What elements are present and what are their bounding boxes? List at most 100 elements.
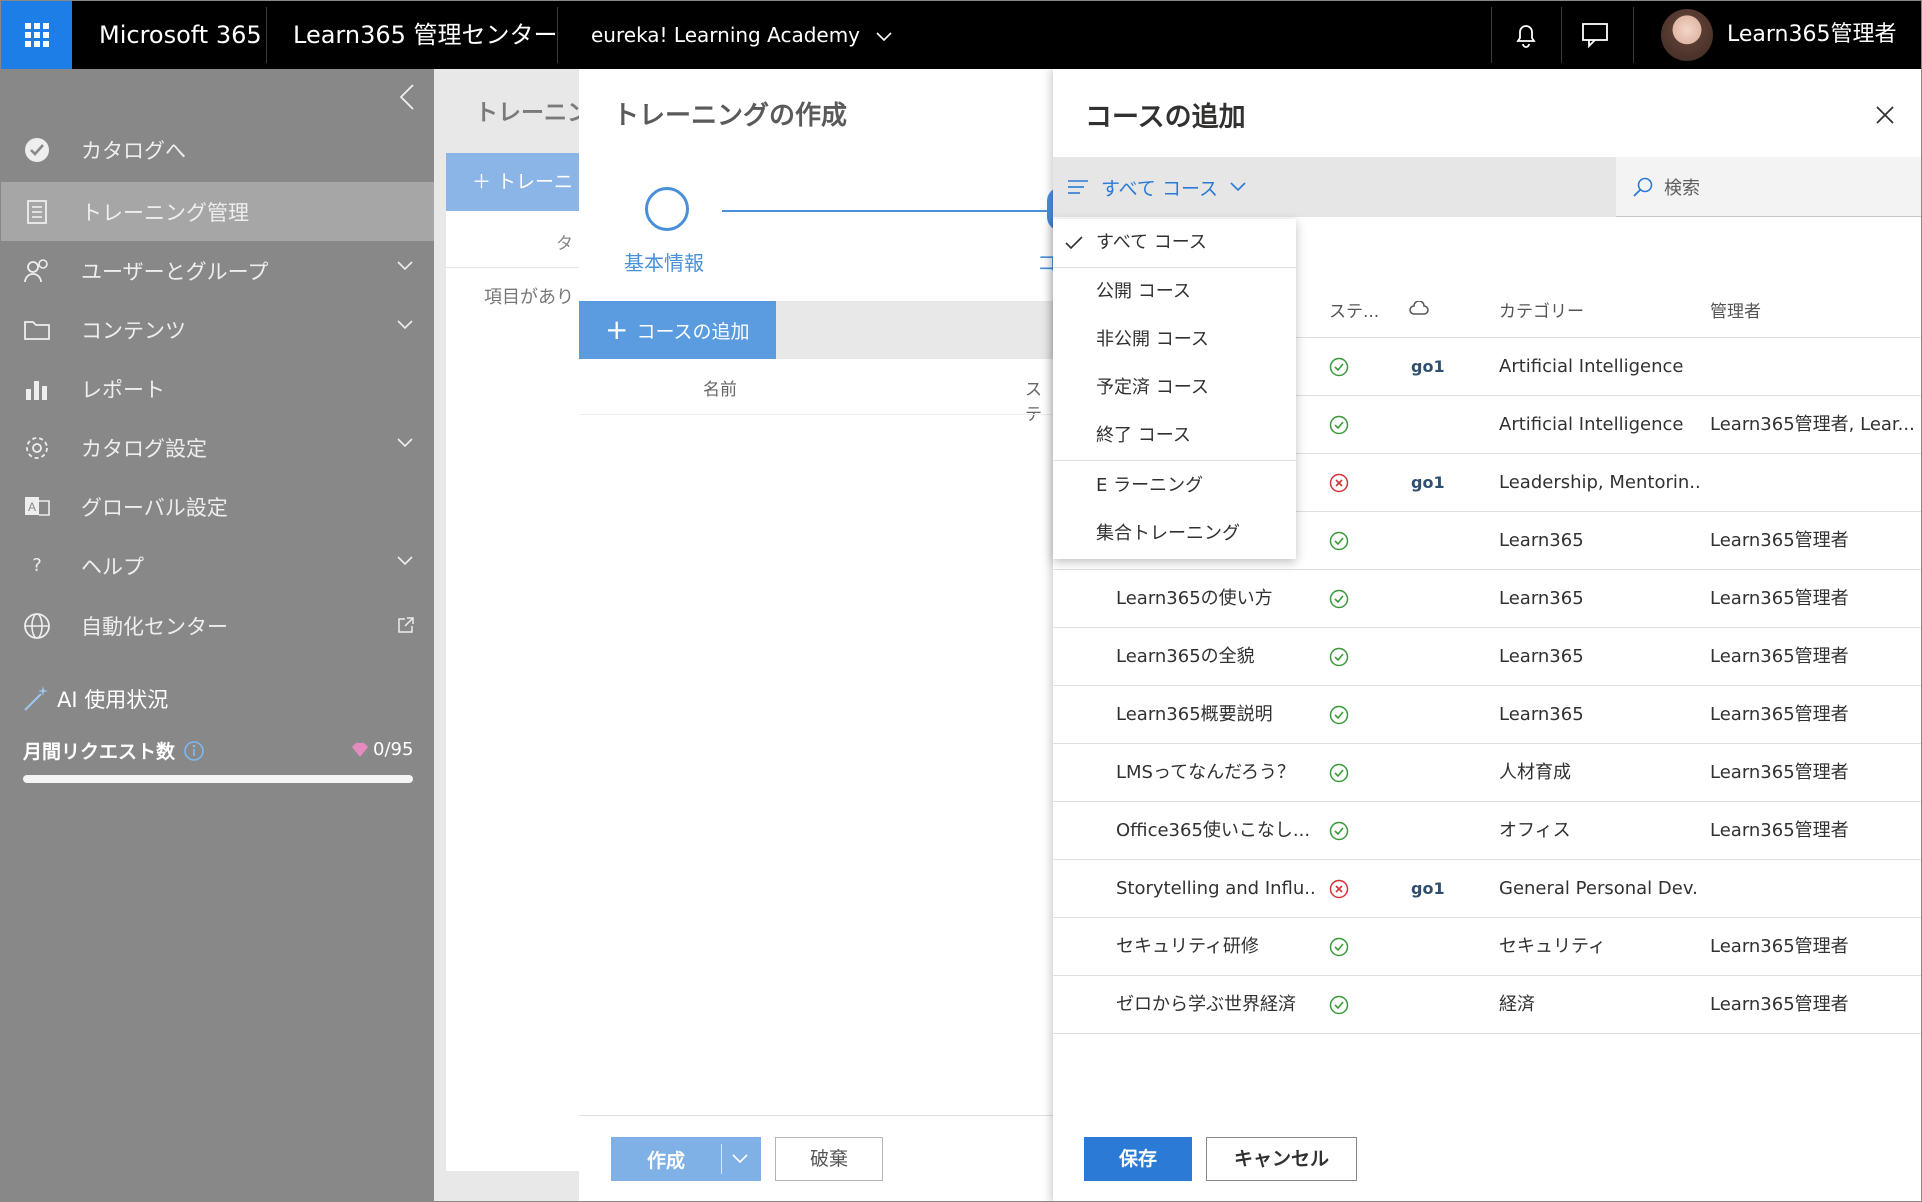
translate-icon: A [23, 493, 51, 521]
search-placeholder: 検索 [1664, 177, 1700, 199]
app-launcher-icon[interactable] [1, 1, 72, 69]
course-name[interactable]: Storytelling and Influ... [1116, 860, 1316, 917]
menu-item-ended[interactable]: 終了 コース [1053, 412, 1296, 460]
course-category: Learn365 [1499, 704, 1584, 725]
menu-item-public[interactable]: 公開 コース [1053, 268, 1296, 316]
sidebar-item-label: グローバル設定 [81, 495, 228, 520]
menu-item-private[interactable]: 非公開 コース [1053, 316, 1296, 364]
course-manager: Learn365管理者 [1710, 820, 1849, 841]
course-category: 経済 [1499, 994, 1535, 1015]
status-active-icon [1329, 976, 1349, 1033]
menu-item-label: 終了 コース [1096, 425, 1191, 446]
folder-icon [23, 316, 51, 344]
go1-badge: go1 [1411, 473, 1445, 492]
sidebar-item-label: 自動化センター [81, 614, 228, 639]
app-name[interactable]: Microsoft 365 [99, 1, 262, 69]
status-active-icon [1329, 628, 1349, 685]
menu-item-scheduled[interactable]: 予定済 コース [1053, 364, 1296, 412]
table-row[interactable]: Learn365概要説明 Learn365 Learn365管理者 [1053, 686, 1921, 744]
course-category: 人材育成 [1499, 762, 1571, 783]
menu-item-all[interactable]: すべて コース [1053, 219, 1296, 267]
course-category: Learn365 [1499, 588, 1584, 609]
menu-item-label: E ラーニング [1096, 475, 1204, 496]
svg-text:A: A [28, 500, 36, 514]
admin-center-title[interactable]: Learn365 管理センター [293, 1, 558, 69]
column-header-status: ステ [1025, 380, 1042, 425]
panel-title: コースの追加 [1085, 102, 1246, 133]
usage-count: 0/95 [373, 739, 414, 760]
info-icon[interactable] [183, 740, 205, 762]
chevron-down-icon [1230, 182, 1246, 192]
add-course-label: コースの追加 [636, 320, 750, 343]
column-header-name: 名前 [703, 380, 737, 400]
sidebar-item-catalog-settings[interactable]: カタログ設定 [1, 418, 434, 477]
collapse-chevron-icon[interactable] [399, 83, 415, 111]
table-row[interactable]: セキュリティ研修 セキュリティ Learn365管理者 [1053, 918, 1921, 976]
status-active-icon [1329, 396, 1349, 453]
menu-item-label: すべて コース [1096, 232, 1207, 253]
course-name[interactable]: Learn365の使い方 [1116, 570, 1316, 627]
go1-badge: go1 [1411, 879, 1445, 898]
monthly-requests-label: 月間リクエスト数 [23, 741, 176, 763]
course-category: セキュリティ [1499, 936, 1606, 957]
sidebar-item-global-settings[interactable]: A グローバル設定 [1, 477, 434, 536]
new-training-button[interactable]: ＋ トレーニ [446, 153, 579, 211]
chevron-down-icon[interactable] [732, 1154, 748, 1164]
filter-dropdown[interactable]: すべて コース [1067, 157, 1246, 217]
course-name[interactable]: LMSってなんだろう？ [1116, 744, 1316, 801]
table-row[interactable]: ゼロから学ぶ世界経済 経済 Learn365管理者 [1053, 976, 1921, 1034]
feedback-icon [1582, 23, 1608, 48]
save-button[interactable]: 保存 [1084, 1137, 1192, 1181]
add-course-button[interactable]: + コースの追加 [579, 301, 776, 359]
course-name[interactable]: Office365使いこなし... [1116, 802, 1316, 859]
avatar[interactable] [1661, 9, 1713, 61]
sidebar-item-label: ヘルプ [81, 554, 144, 579]
empty-message: 項目があり [484, 287, 574, 308]
table-row[interactable]: LMSってなんだろう？ 人材育成 Learn365管理者 [1053, 744, 1921, 802]
sidebar: カタログへ トレーニング管理 ユーザーとグループ コンテンツ レポート カタログ… [1, 69, 434, 1201]
course-category: Artificial Intelligence [1499, 356, 1684, 377]
column-header-category[interactable]: カテゴリー [1499, 297, 1584, 322]
table-row[interactable]: Office365使いこなし... オフィス Learn365管理者 [1053, 802, 1921, 860]
course-name[interactable]: セキュリティ研修 [1116, 918, 1316, 975]
table-row[interactable]: Learn365の全貌 Learn365 Learn365管理者 [1053, 628, 1921, 686]
menu-item-classroom[interactable]: 集合トレーニング [1053, 510, 1296, 558]
search-box[interactable]: 検索 [1616, 157, 1921, 217]
plus-icon: + [605, 313, 629, 346]
create-button-label[interactable]: 作成 [611, 1146, 721, 1173]
course-manager: Learn365管理者 [1710, 530, 1849, 551]
feedback-button[interactable] [1561, 1, 1631, 69]
filter-lines-icon [1068, 180, 1088, 194]
table-row[interactable]: Learn365の使い方 Learn365 Learn365管理者 [1053, 570, 1921, 628]
sidebar-item-content[interactable]: コンテンツ [1, 300, 434, 359]
cancel-button[interactable]: キャンセル [1206, 1137, 1357, 1181]
course-manager: Learn365管理者 [1710, 762, 1849, 783]
divider [446, 267, 579, 268]
tenant-selector[interactable]: eureka! Learning Academy [591, 1, 892, 69]
menu-item-label: 公開 コース [1096, 281, 1191, 302]
divider [1633, 7, 1634, 63]
discard-button[interactable]: 破棄 [775, 1137, 883, 1181]
column-header-manager[interactable]: 管理者 [1710, 297, 1761, 322]
course-name[interactable]: Learn365の全貌 [1116, 628, 1316, 685]
create-split-button[interactable]: 作成 [611, 1137, 761, 1181]
user-name[interactable]: Learn365管理者 [1727, 1, 1896, 69]
sidebar-item-help[interactable]: ? ヘルプ [1, 536, 434, 595]
bell-icon [1516, 25, 1536, 48]
sidebar-item-reports[interactable]: レポート [1, 359, 434, 418]
course-name[interactable]: Learn365概要説明 [1116, 686, 1316, 743]
sidebar-item-automation[interactable]: 自動化センター [1, 596, 434, 655]
step-circle [645, 187, 689, 231]
column-header-status[interactable]: ステ... [1329, 297, 1379, 322]
menu-item-elearning[interactable]: E ラーニング [1053, 462, 1296, 510]
sidebar-item-catalog[interactable]: カタログへ [1, 120, 434, 179]
sidebar-item-users[interactable]: ユーザーとグループ [1, 241, 434, 300]
notification-button[interactable] [1491, 1, 1561, 69]
course-name[interactable]: ゼロから学ぶ世界経済 [1116, 976, 1316, 1033]
table-row[interactable]: Storytelling and Influ... go1 General Pers… [1053, 860, 1921, 918]
filter-menu: すべて コース 公開 コース 非公開 コース 予定済 コース 終了 コース E … [1053, 219, 1296, 559]
step-label-basic-info[interactable]: 基本情報 [624, 247, 704, 276]
sidebar-item-training[interactable]: トレーニング管理 [1, 182, 434, 241]
close-icon[interactable] [1875, 105, 1895, 125]
training-list-card [446, 211, 579, 1171]
